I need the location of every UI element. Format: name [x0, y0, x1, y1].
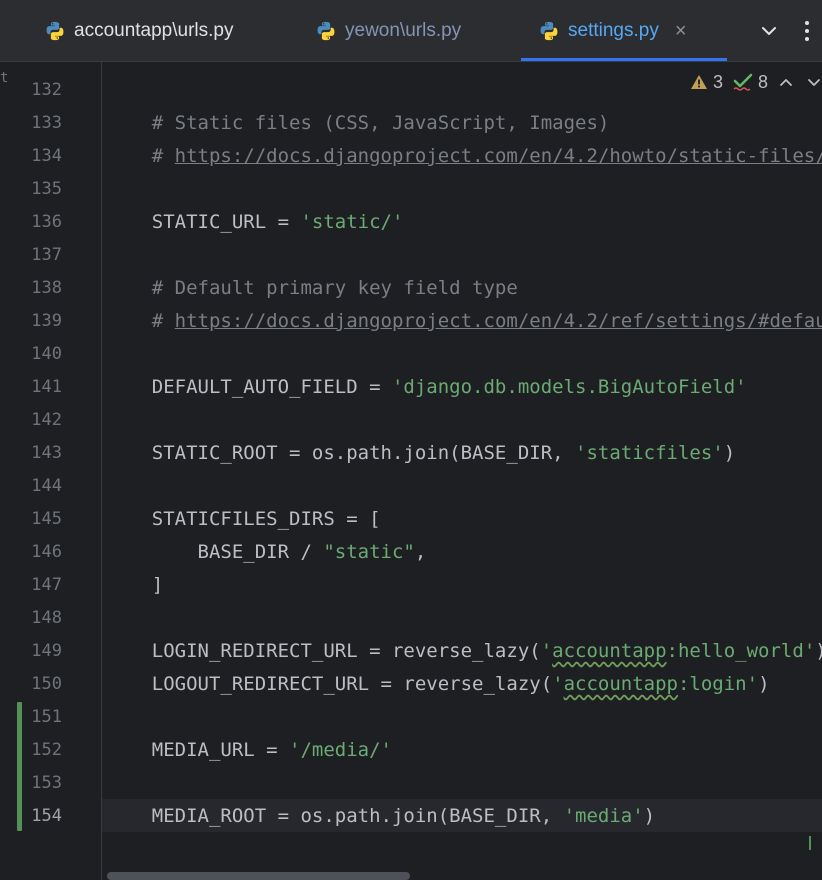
tab-accountapp-urls[interactable]: accountapp\urls.py	[44, 0, 234, 62]
inspection-widget[interactable]: 3 8	[683, 70, 822, 94]
line-number: 152	[31, 740, 62, 760]
typo-underline: accountapp	[563, 673, 678, 695]
line-number: 138	[31, 278, 62, 298]
line-number-gutter: t 132 133 134 135 136 137 138 139 140 14…	[0, 62, 102, 880]
tab-label: yewon\urls.py	[345, 20, 462, 41]
line-number: 139	[31, 311, 62, 331]
line-number: 145	[31, 509, 62, 529]
vcs-added-lines-marker[interactable]	[17, 702, 22, 831]
line-number: 136	[31, 212, 62, 232]
line-number: 133	[31, 113, 62, 133]
code-line-145: BASE_DIR / "static",	[151, 541, 427, 563]
line-number: 134	[31, 146, 62, 166]
line-number: 151	[31, 707, 62, 727]
code-line-146: ]	[151, 574, 164, 596]
line-number: 150	[31, 674, 62, 694]
typos-counter[interactable]: 8	[733, 72, 768, 93]
code-line-144: STATICFILES_DIRS = [	[151, 508, 381, 530]
chevron-up-icon[interactable]	[778, 74, 794, 90]
chevron-down-icon[interactable]	[806, 74, 822, 90]
code-line-140: DEFAULT_AUTO_FIELD = 'django.db.models.B…	[151, 376, 747, 398]
line-number: 153	[31, 773, 62, 793]
editor-tab-bar: accountapp\urls.py yewon\urls.py setting…	[0, 0, 822, 62]
line-number: 146	[31, 542, 62, 562]
tab-yewon-urls[interactable]: yewon\urls.py	[315, 0, 461, 62]
warnings-counter[interactable]: 3	[690, 72, 723, 93]
line-number: 135	[31, 179, 62, 199]
line-number: 143	[31, 443, 62, 463]
scrollbar-change-marker	[809, 836, 811, 850]
tab-label: settings.py	[568, 20, 659, 41]
code-line-137: # Default primary key field type	[151, 277, 518, 299]
line-number-current: 154	[31, 806, 62, 826]
line-number: 147	[31, 575, 62, 595]
more-options-icon[interactable]	[797, 17, 817, 45]
chevron-down-icon[interactable]	[758, 20, 780, 42]
docs-link[interactable]: https://docs.djangoproject.com/en/4.2/re…	[175, 310, 822, 332]
tab-label: accountapp\urls.py	[74, 20, 234, 41]
code-editor[interactable]: t 132 133 134 135 136 137 138 139 140 14…	[0, 62, 822, 880]
code-line-132: # Static files (CSS, JavaScript, Images)	[151, 112, 610, 134]
code-line-151: MEDIA_URL = '/media/'	[151, 739, 392, 761]
line-number: 141	[31, 377, 62, 397]
code-line-149: LOGOUT_REDIRECT_URL = reverse_lazy('acco…	[151, 673, 770, 695]
gutter-divider	[101, 62, 102, 880]
typo-check-icon	[733, 73, 753, 91]
code-line-142: STATIC_ROOT = os.path.join(BASE_DIR, 'st…	[151, 442, 736, 464]
warning-icon	[690, 75, 707, 89]
python-icon	[540, 21, 558, 41]
line-number: 132	[31, 80, 62, 100]
python-icon	[46, 21, 64, 41]
python-icon	[317, 21, 335, 41]
code-line-153: MEDIA_ROOT = os.path.join(BASE_DIR, 'med…	[151, 805, 656, 827]
line-number: 149	[31, 641, 62, 661]
line-number: 148	[31, 608, 62, 628]
code-line-148: LOGIN_REDIRECT_URL = reverse_lazy('accou…	[151, 640, 822, 662]
tab-settings[interactable]: settings.py ×	[538, 0, 687, 62]
docs-link[interactable]: https://docs.djangoproject.com/en/4.2/ho…	[175, 145, 822, 167]
line-number: 137	[31, 245, 62, 265]
active-tab-indicator	[521, 58, 727, 61]
code-line-138: # https://docs.djangoproject.com/en/4.2/…	[106, 272, 822, 332]
code-line-133: # https://docs.djangoproject.com/en/4.2/…	[106, 107, 822, 167]
line-number: 144	[31, 476, 62, 496]
line-number: 140	[31, 344, 62, 364]
line-number: 142	[31, 410, 62, 430]
code-line-135: STATIC_URL = 'static/'	[151, 211, 404, 233]
horizontal-scrollbar[interactable]	[107, 872, 410, 880]
close-icon[interactable]: ×	[675, 21, 687, 41]
